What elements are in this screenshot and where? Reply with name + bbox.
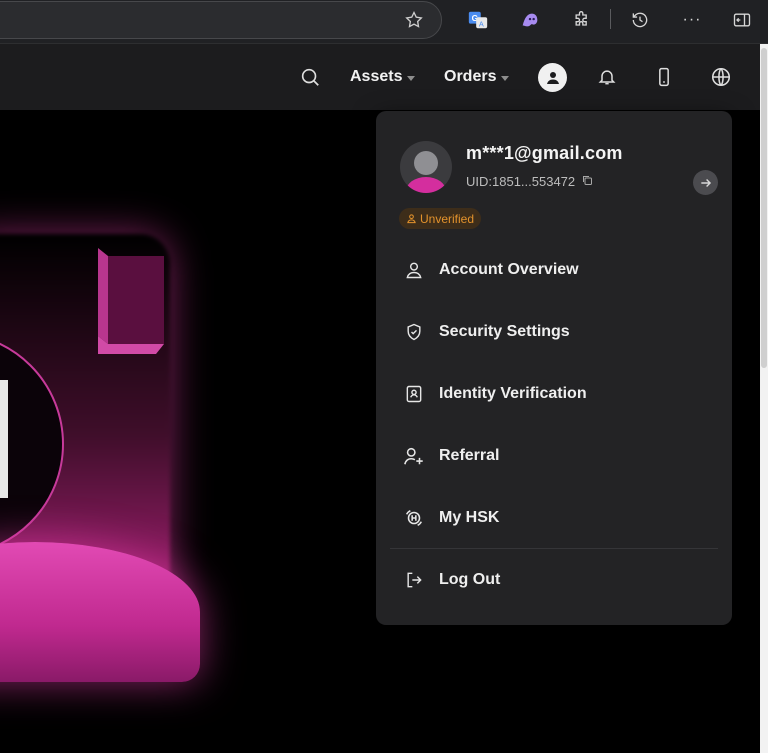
planet-shape (0, 542, 200, 682)
menu-item-my-hsk[interactable]: My HSK (376, 487, 732, 549)
avatar (400, 141, 452, 193)
sidebar-icon[interactable] (730, 8, 754, 32)
logout-label: Log Out (439, 571, 501, 588)
scrollbar-thumb[interactable] (761, 48, 767, 368)
nav-orders[interactable]: Orders (444, 68, 510, 86)
search-icon[interactable] (297, 64, 323, 90)
uid-row: UID:1851...553472 (466, 174, 593, 189)
menu-item-label: Account Overview (439, 261, 579, 278)
bell-icon[interactable] (594, 64, 620, 90)
menu-item-label: My HSK (439, 509, 500, 526)
menu-item-label: Security Settings (439, 323, 570, 340)
browser-toolbar: GA ··· (0, 0, 768, 44)
id-card-icon (403, 383, 425, 405)
account-menu: Account Overview Security Settings Ident… (376, 239, 732, 549)
user-outline-icon (407, 214, 416, 224)
uid-text: UID:1851...553472 (466, 174, 576, 189)
menu-item-label: Identity Verification (439, 385, 587, 402)
globe-icon[interactable] (708, 64, 734, 90)
site-header: Assets Orders (0, 44, 760, 110)
menu-item-label: Referral (439, 447, 500, 464)
mobile-icon[interactable] (651, 64, 677, 90)
menu-item-referral[interactable]: Referral (376, 425, 732, 487)
arrow-right-icon[interactable] (693, 170, 718, 195)
nav-assets[interactable]: Assets (350, 68, 416, 86)
user-plus-icon (403, 445, 425, 467)
status-text: Unverified (420, 211, 475, 226)
svg-text:A: A (479, 19, 484, 28)
status-badge: Unverified (399, 208, 482, 229)
menu-item-security-settings[interactable]: Security Settings (376, 301, 732, 363)
ring-block (0, 380, 8, 498)
menu-item-account-overview[interactable]: Account Overview (376, 239, 732, 301)
cube-shape (98, 248, 164, 354)
account-email: m***1@gmail.com (466, 143, 623, 163)
user-outline-icon (403, 259, 425, 281)
chevron-down-icon (501, 75, 510, 81)
copy-icon[interactable] (581, 174, 593, 189)
toolbar-divider (610, 9, 611, 29)
page: GA ··· Assets Orders m***1@gmail.com UID… (0, 0, 768, 753)
ghost-extension-icon[interactable] (518, 8, 542, 32)
shield-check-icon (403, 321, 425, 343)
more-icon[interactable]: ··· (680, 8, 704, 32)
logout-button[interactable]: Log Out (376, 549, 732, 611)
hsk-coin-icon (403, 507, 425, 529)
logout-section: Log Out (376, 549, 732, 611)
menu-item-identity-verification[interactable]: Identity Verification (376, 363, 732, 425)
star-icon[interactable] (402, 8, 426, 32)
account-dropdown: m***1@gmail.com UID:1851...553472 Unveri… (376, 111, 732, 625)
nav-orders-label: Orders (444, 68, 497, 85)
nav-assets-label: Assets (350, 68, 403, 85)
history-icon[interactable] (628, 8, 652, 32)
extensions-puzzle-icon[interactable] (570, 8, 594, 32)
logout-icon (403, 569, 425, 591)
address-bar[interactable] (0, 1, 442, 39)
user-icon[interactable] (538, 63, 567, 92)
google-translate-icon[interactable]: GA (466, 8, 490, 32)
chevron-down-icon (407, 75, 416, 81)
